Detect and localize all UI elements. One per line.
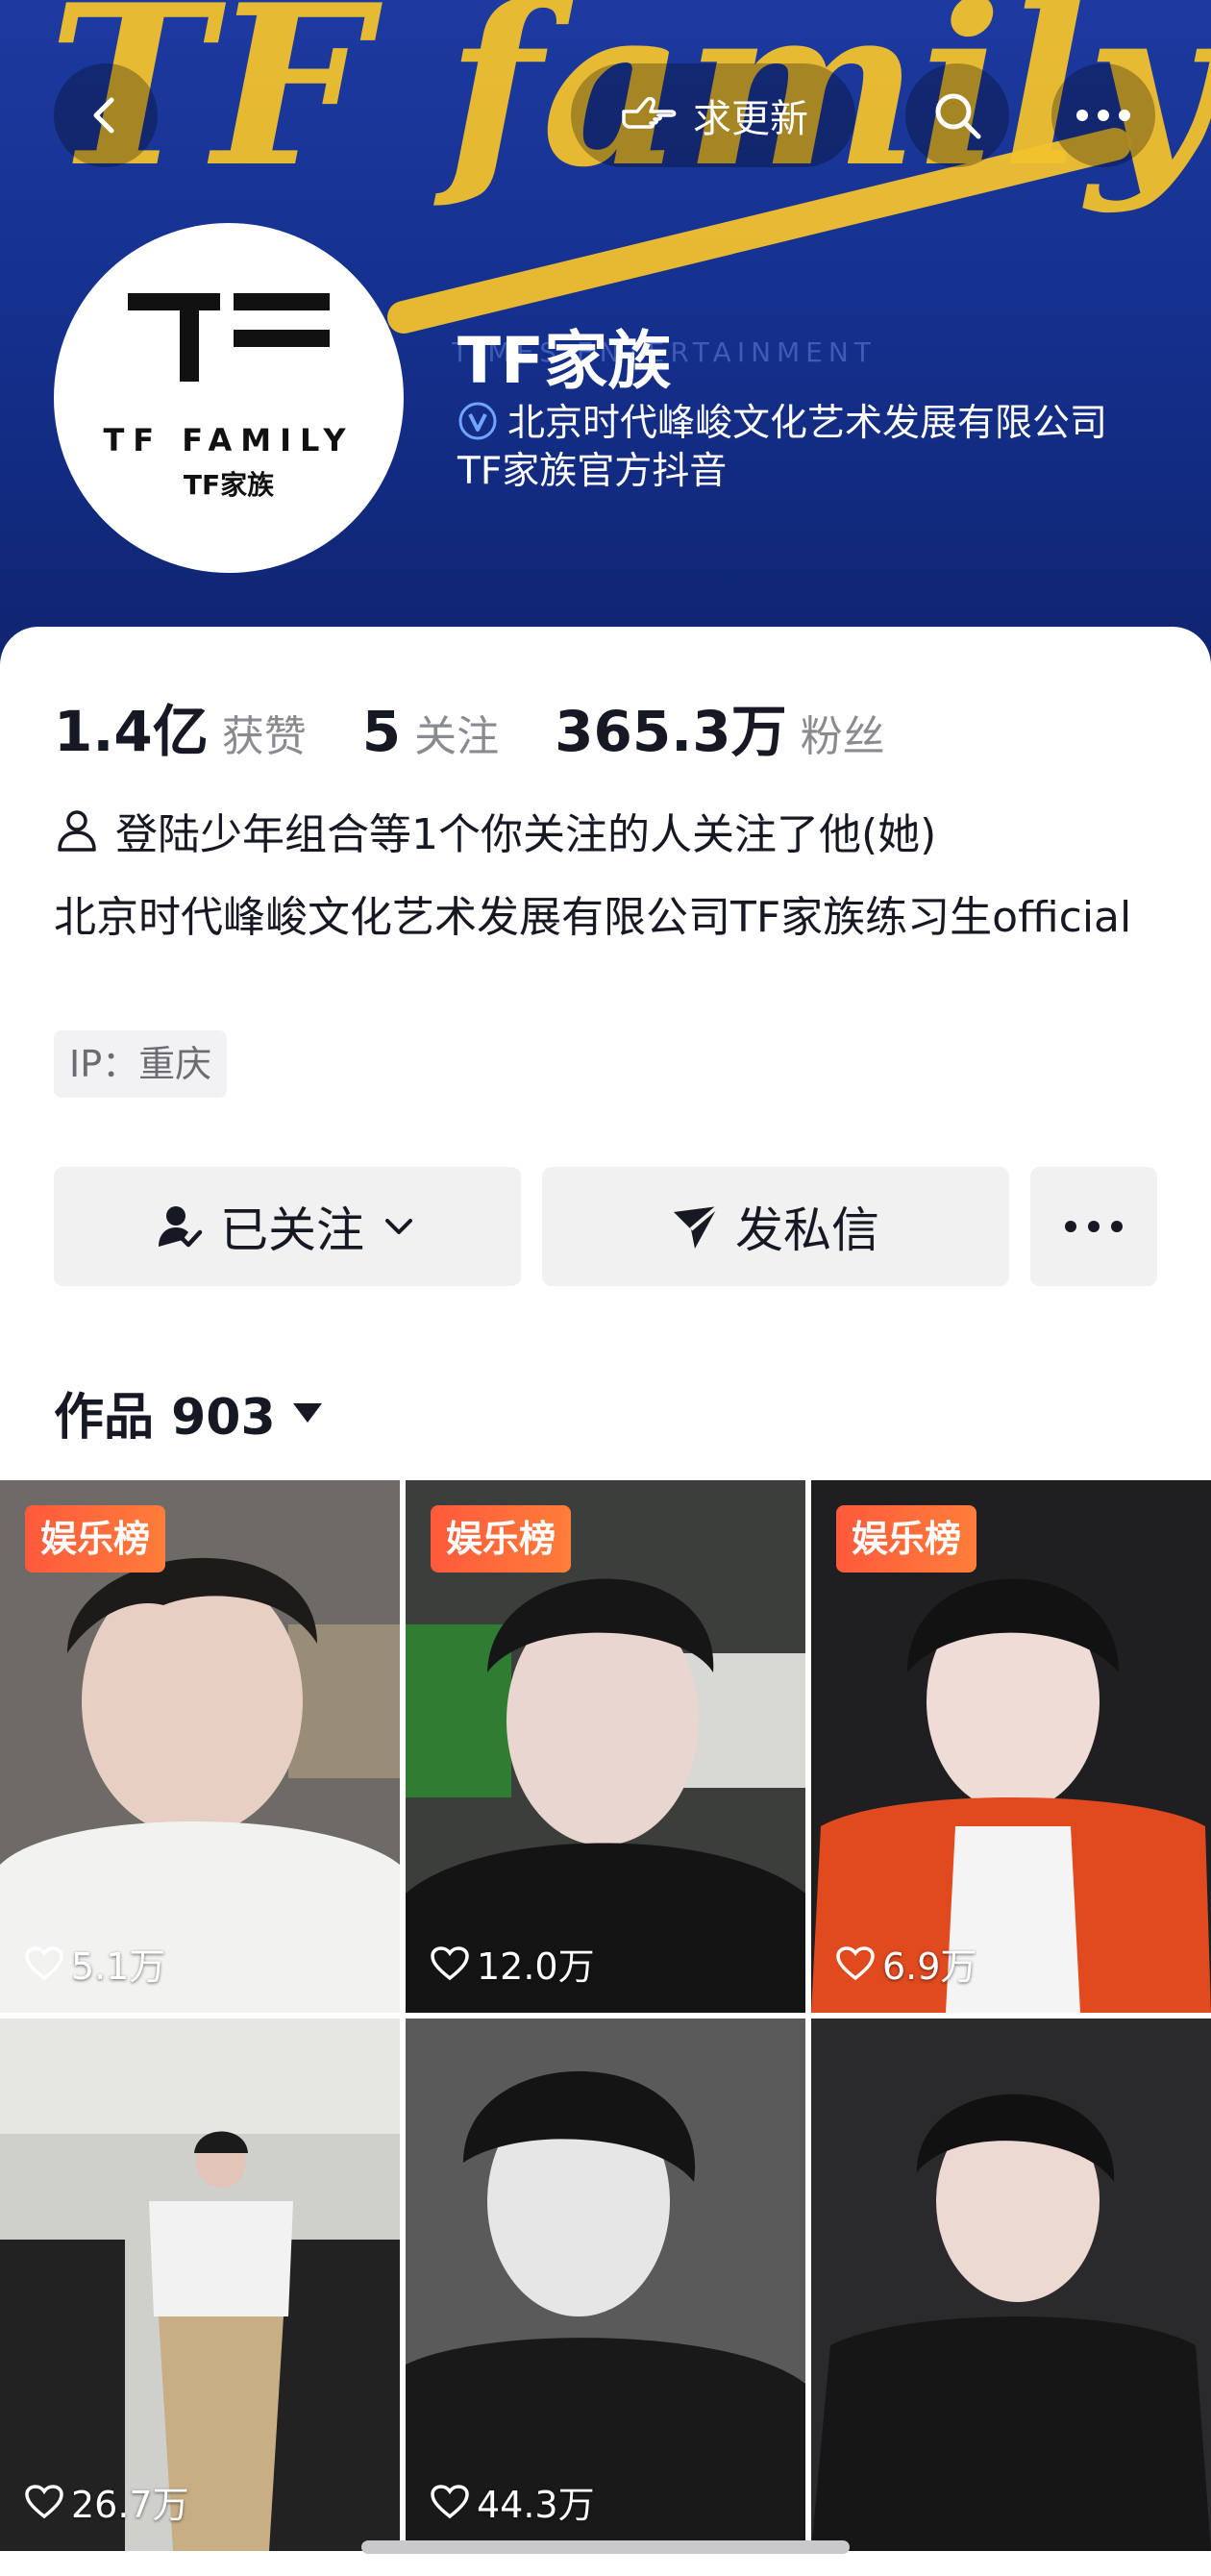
mutual-followers-text: 登陆少年组合等1个你关注的人关注了他(她) — [115, 810, 937, 859]
video-thumbnail[interactable] — [811, 2019, 1211, 2551]
profile-actions: 已关注 发私信 — [54, 1167, 1157, 1286]
followed-button[interactable]: 已关注 — [54, 1167, 521, 1286]
video-likes-count: 6.9万 — [882, 1945, 977, 1988]
video-likes-count: 5.1万 — [71, 1945, 166, 1988]
works-tab-label: 作品 903 — [54, 1389, 276, 1447]
video-likes: 5.1万 — [25, 1937, 165, 1990]
person-icon — [58, 810, 96, 852]
video-thumbnail[interactable]: 娱乐榜 12.0万 — [406, 1480, 805, 2013]
avatar-brand-text: TF FAMILY — [103, 422, 355, 458]
mutual-followers[interactable]: 登陆少年组合等1个你关注的人关注了他(她) — [54, 800, 936, 861]
ranking-badge: 娱乐榜 — [25, 1505, 166, 1573]
avatar-cn-text: TF家族 — [183, 469, 275, 501]
heart-icon — [431, 1945, 469, 1980]
profile-stats: 1.4亿 获赞 5 关注 365.3万 粉丝 — [54, 686, 941, 767]
avatar[interactable]: TF FAMILY TF家族 — [54, 223, 404, 573]
video-cover-image — [811, 2019, 1211, 2551]
following-label[interactable]: 关注 — [414, 702, 499, 763]
followed-label: 已关注 — [220, 1202, 364, 1258]
heart-icon — [25, 1945, 63, 1980]
ranking-badge: 娱乐榜 — [836, 1505, 977, 1573]
send-message-button[interactable]: 发私信 — [542, 1167, 1009, 1286]
video-likes-count: 12.0万 — [477, 1945, 595, 1988]
more-dots-icon — [1065, 1221, 1123, 1232]
video-cover-image — [406, 2019, 805, 2551]
followed-user-icon — [159, 1206, 203, 1248]
ranking-badge: 娱乐榜 — [431, 1505, 572, 1573]
video-likes-count: 44.3万 — [477, 2484, 595, 2526]
video-thumbnail[interactable]: 娱乐榜 6.9万 — [811, 1480, 1211, 2013]
video-likes: 26.7万 — [25, 2475, 189, 2528]
followers-label[interactable]: 粉丝 — [801, 702, 885, 763]
ip-location-badge: IP：重庆 — [54, 1030, 228, 1098]
profile-name: TF家族 — [457, 324, 672, 398]
followers-count[interactable]: 365.3万 — [555, 686, 786, 767]
video-likes-count: 26.7万 — [71, 2484, 189, 2526]
back-button[interactable] — [54, 63, 158, 167]
tf-logo-icon — [128, 293, 330, 382]
more-dots-icon — [1076, 110, 1130, 121]
send-message-label: 发私信 — [735, 1202, 879, 1258]
more-button[interactable] — [1051, 63, 1155, 167]
more-actions-button[interactable] — [1030, 1167, 1157, 1286]
hand-pointing-icon — [622, 96, 677, 129]
likes-label[interactable]: 获赞 — [222, 702, 307, 763]
video-thumbnail[interactable]: 娱乐榜 5.1万 — [0, 1480, 400, 2013]
verification-label: 北京时代峰峻文化艺术发展有限公司TF家族官方抖音 — [457, 402, 1108, 493]
video-thumbnail[interactable]: 26.7万 — [0, 2019, 400, 2551]
request-update-button[interactable]: 求更新 — [571, 63, 855, 167]
send-plane-icon — [674, 1204, 720, 1249]
chevron-down-icon — [385, 1219, 412, 1234]
heart-icon — [431, 2484, 469, 2518]
video-likes: 6.9万 — [836, 1937, 976, 1990]
heart-icon — [836, 1945, 875, 1980]
works-tab[interactable]: 作品 903 — [54, 1376, 324, 1449]
verified-badge-icon — [458, 402, 497, 440]
request-update-label: 求更新 — [693, 97, 808, 141]
search-icon — [935, 93, 981, 139]
video-likes: 44.3万 — [431, 2475, 595, 2528]
verification-text: 北京时代峰峻文化艺术发展有限公司TF家族官方抖音 — [457, 400, 1149, 496]
back-arrow-icon — [93, 97, 114, 134]
following-count[interactable]: 5 — [362, 699, 401, 764]
profile-banner: TF family TIMES ENTERTAINMENT 求更新 TF FAM… — [0, 0, 1211, 673]
caret-down-icon — [292, 1402, 322, 1423]
heart-icon — [25, 2484, 63, 2518]
video-thumbnail[interactable]: 44.3万 — [406, 2019, 805, 2551]
profile-bio: 北京时代峰峻文化艺术发展有限公司TF家族练习生official — [54, 893, 1132, 942]
search-button[interactable] — [905, 63, 1009, 167]
video-likes: 12.0万 — [431, 1937, 595, 1990]
video-cover-image — [0, 2019, 400, 2551]
home-indicator[interactable] — [361, 2540, 850, 2554]
likes-count[interactable]: 1.4亿 — [54, 686, 209, 767]
